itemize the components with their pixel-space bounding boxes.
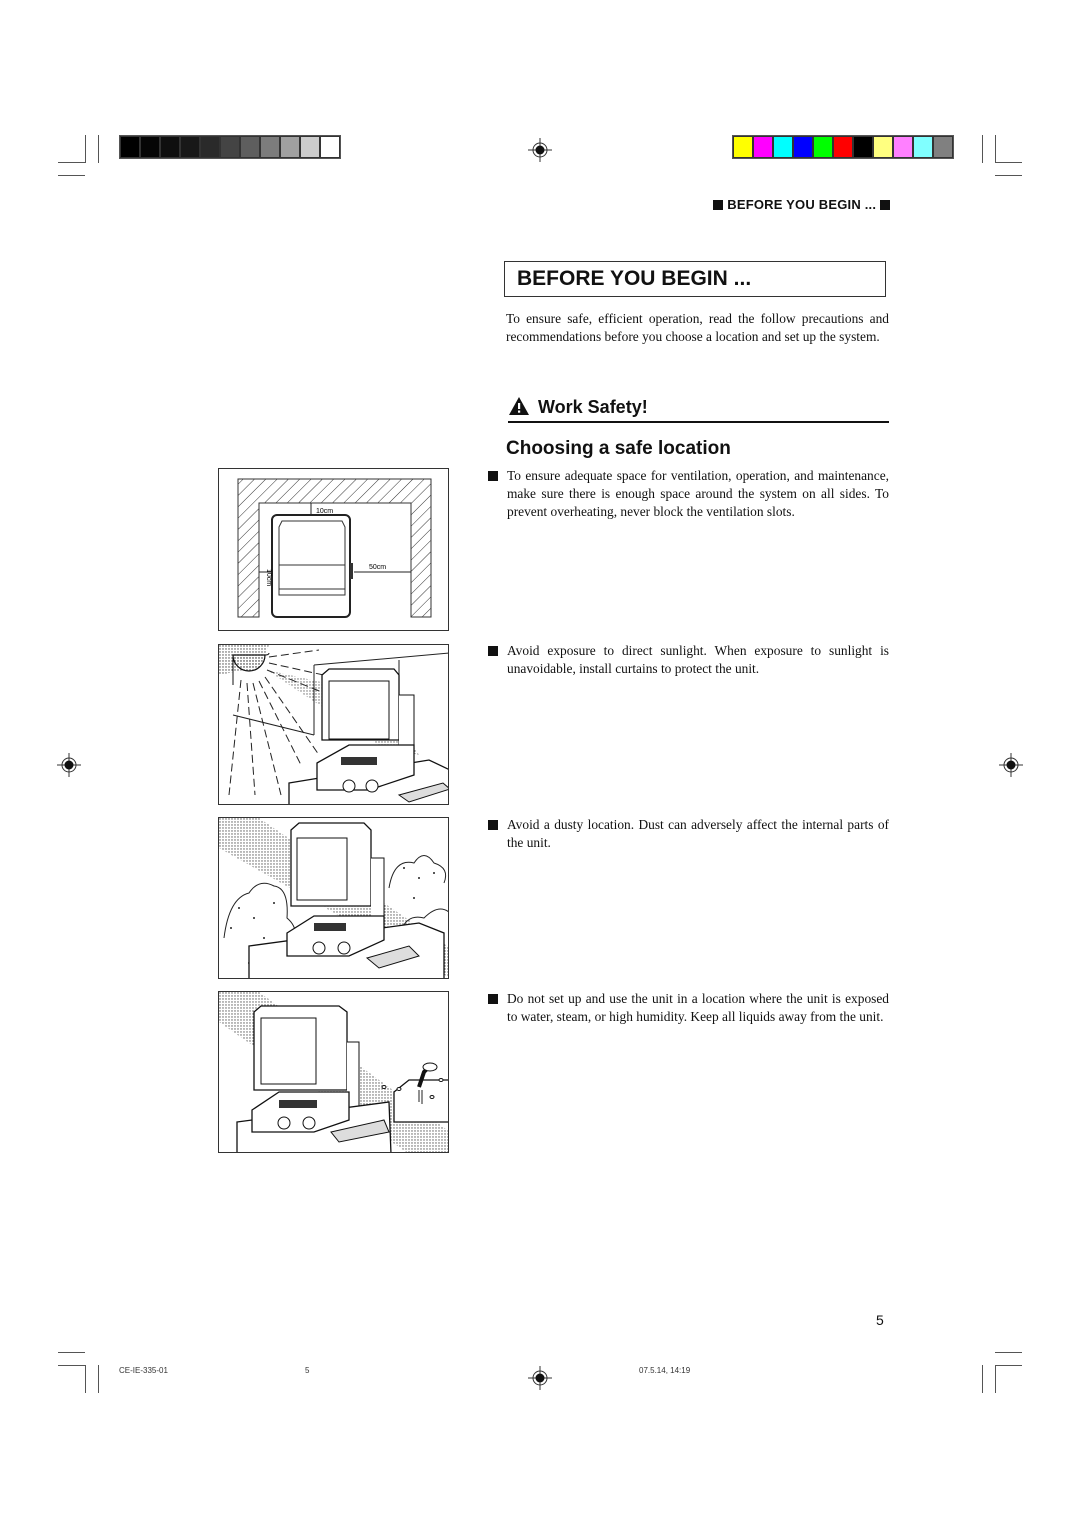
crop-mark bbox=[995, 175, 1022, 176]
color-swatch bbox=[161, 137, 179, 157]
running-header: BEFORE YOU BEGIN ... bbox=[690, 197, 890, 212]
list-item-text: Avoid exposure to direct sunlight. When … bbox=[507, 643, 889, 676]
list-item-text: To ensure adequate space for ventilation… bbox=[507, 468, 889, 519]
crop-mark bbox=[58, 1352, 85, 1353]
water-illustration bbox=[218, 991, 449, 1153]
color-swatch bbox=[301, 137, 319, 157]
color-swatch bbox=[854, 137, 872, 157]
crop-mark bbox=[982, 135, 983, 163]
color-swatch bbox=[774, 137, 792, 157]
grayscale-calibration-bar bbox=[119, 135, 341, 159]
running-header-text: BEFORE YOU BEGIN ... bbox=[727, 197, 877, 212]
registration-mark-icon bbox=[528, 138, 552, 162]
list-item-text: Do not set up and use the unit in a loca… bbox=[507, 991, 889, 1024]
color-calibration-bar bbox=[732, 135, 954, 159]
crop-mark bbox=[995, 162, 1022, 163]
color-swatch bbox=[141, 137, 159, 157]
crop-mark bbox=[58, 175, 85, 176]
square-bullet-icon bbox=[488, 994, 498, 1004]
color-swatch bbox=[874, 137, 892, 157]
square-bullet-icon bbox=[880, 200, 890, 210]
color-swatch bbox=[934, 137, 952, 157]
page-number: 5 bbox=[876, 1312, 884, 1328]
square-bullet-icon bbox=[488, 471, 498, 481]
footer-doc-code: CE-IE-335-01 bbox=[119, 1366, 168, 1375]
clearance-diagram-drawing: 10cm 10cm 50cm bbox=[237, 478, 432, 618]
work-safety-heading: Work Safety! bbox=[508, 395, 889, 423]
square-bullet-icon bbox=[488, 820, 498, 830]
color-swatch bbox=[814, 137, 832, 157]
registration-mark-icon bbox=[999, 753, 1023, 777]
sunlight-illustration bbox=[218, 644, 449, 805]
water-drawing bbox=[219, 992, 448, 1152]
color-swatch bbox=[794, 137, 812, 157]
list-item-text: Avoid a dusty location. Dust can adverse… bbox=[507, 817, 889, 850]
crop-mark bbox=[995, 1365, 996, 1393]
crop-mark bbox=[85, 1365, 86, 1393]
crop-mark bbox=[58, 1365, 85, 1366]
color-swatch bbox=[914, 137, 932, 157]
intro-paragraph: To ensure safe, efficient operation, rea… bbox=[506, 311, 889, 344]
square-bullet-icon bbox=[488, 646, 498, 656]
color-swatch bbox=[241, 137, 259, 157]
dust-drawing bbox=[219, 818, 448, 978]
crop-mark bbox=[98, 1365, 99, 1393]
registration-mark-icon bbox=[57, 753, 81, 777]
square-bullet-icon bbox=[713, 200, 724, 210]
color-swatch bbox=[261, 137, 279, 157]
registration-mark-icon bbox=[528, 1366, 552, 1390]
warning-triangle-icon bbox=[509, 397, 529, 415]
crop-mark bbox=[995, 1365, 1022, 1366]
top-clearance-label: 10cm bbox=[316, 508, 333, 515]
crop-mark bbox=[982, 1365, 983, 1393]
crop-mark bbox=[995, 1352, 1022, 1353]
dust-illustration bbox=[218, 817, 449, 979]
list-item: Avoid exposure to direct sunlight. When … bbox=[488, 642, 889, 678]
color-swatch bbox=[181, 137, 199, 157]
color-swatch bbox=[734, 137, 752, 157]
subheading: Choosing a safe location bbox=[506, 438, 731, 459]
crop-mark bbox=[98, 135, 99, 163]
section-title-box: BEFORE YOU BEGIN ... bbox=[504, 261, 886, 297]
color-swatch bbox=[221, 137, 239, 157]
color-swatch bbox=[201, 137, 219, 157]
list-item: Do not set up and use the unit in a loca… bbox=[488, 990, 889, 1026]
list-item: Avoid a dusty location. Dust can adverse… bbox=[488, 816, 889, 852]
crop-mark bbox=[85, 135, 86, 163]
section-title: BEFORE YOU BEGIN ... bbox=[517, 267, 752, 290]
clearance-diagram: 10cm 10cm 50cm bbox=[218, 468, 449, 631]
work-safety-text: Work Safety! bbox=[538, 397, 648, 417]
list-item: To ensure adequate space for ventilation… bbox=[488, 467, 889, 521]
crop-mark bbox=[995, 135, 996, 163]
color-swatch bbox=[754, 137, 772, 157]
color-swatch bbox=[121, 137, 139, 157]
footer-timestamp: 07.5.14, 14:19 bbox=[639, 1366, 691, 1375]
color-swatch bbox=[321, 137, 339, 157]
color-swatch bbox=[281, 137, 299, 157]
side-clearance-label: 10cm bbox=[265, 569, 272, 586]
sunlight-drawing bbox=[219, 645, 448, 804]
crop-mark bbox=[58, 162, 85, 163]
color-swatch bbox=[894, 137, 912, 157]
right-clearance-label: 50cm bbox=[369, 564, 386, 571]
color-swatch bbox=[834, 137, 852, 157]
footer-sheet-number: 5 bbox=[305, 1366, 310, 1375]
